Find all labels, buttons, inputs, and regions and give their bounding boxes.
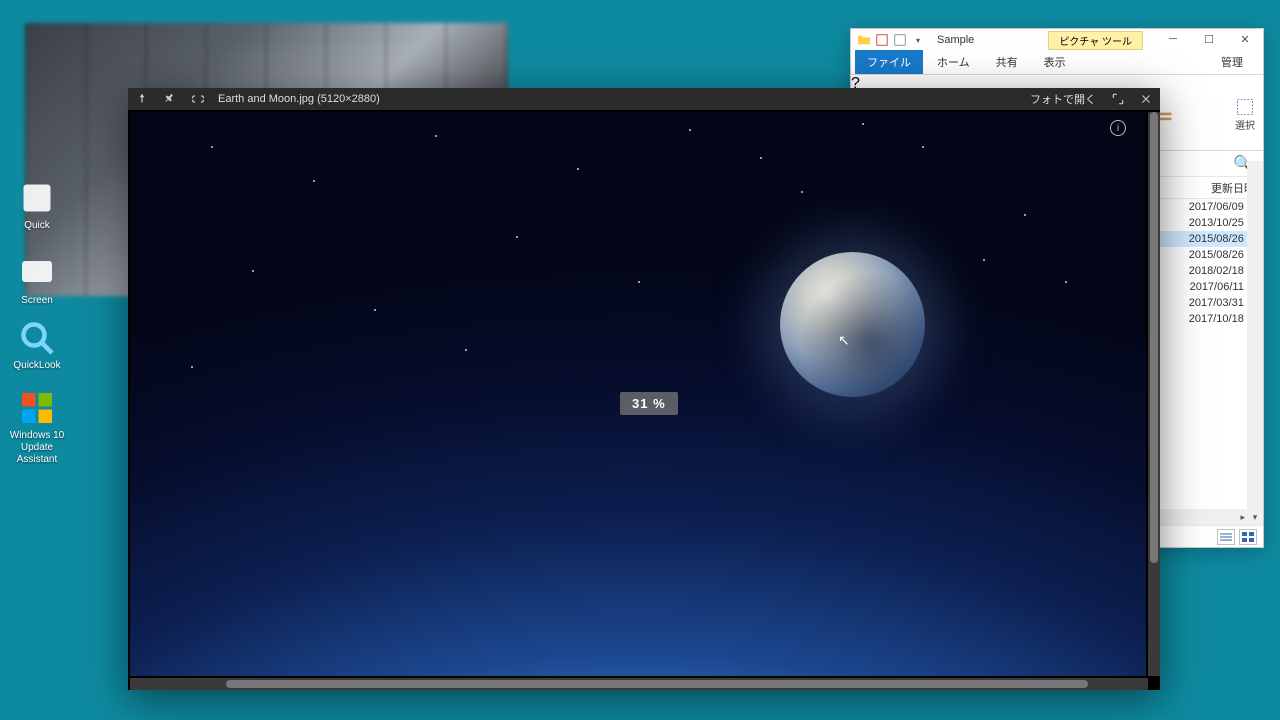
minimize-button[interactable]: ─ — [1155, 29, 1191, 49]
folder-icon — [857, 33, 871, 47]
preview-viewport[interactable]: i 31 % ↖ — [128, 110, 1160, 690]
open-with-button[interactable]: フォトで開く — [1022, 91, 1104, 107]
scroll-thumb[interactable] — [226, 680, 1088, 688]
desktop-icon-quicklook[interactable]: QuickLook — [2, 320, 72, 372]
image-content[interactable]: i 31 % ↖ — [130, 112, 1146, 676]
pin-icon[interactable] — [156, 88, 184, 110]
cursor-icon: ↖ — [838, 332, 850, 349]
scroll-down-icon[interactable]: ▾ — [1247, 509, 1263, 525]
explorer-titlebar[interactable]: ▾ Sample ピクチャ ツール ─ ☐ ✕ — [851, 29, 1263, 51]
zoom-indicator: 31 % — [620, 392, 678, 415]
vertical-scrollbar[interactable]: ▾ — [1247, 161, 1263, 525]
vertical-scrollbar[interactable] — [1148, 112, 1160, 676]
info-icon[interactable]: i — [1110, 120, 1126, 136]
quicklook-toolbar[interactable]: Earth and Moon.jpg (5120×2880) フォトで開く — [128, 88, 1160, 110]
qat-item[interactable] — [875, 33, 889, 47]
qat-dropdown[interactable]: ▾ — [911, 33, 925, 47]
tab-file[interactable]: ファイル — [855, 50, 923, 74]
view-details-button[interactable] — [1217, 529, 1235, 545]
close-button[interactable]: ✕ — [1227, 29, 1263, 49]
desktop-icon-update-assistant[interactable]: Windows 10 Update Assistant — [2, 390, 72, 466]
desktop-icon-label: Screen — [2, 295, 72, 307]
qat-item[interactable] — [893, 33, 907, 47]
desktop-icon-label: Windows 10 Update Assistant — [2, 430, 72, 466]
fit-icon[interactable] — [184, 88, 212, 110]
maximize-button[interactable]: ☐ — [1191, 29, 1227, 49]
context-tab-picture-tools: ピクチャ ツール — [1048, 31, 1143, 50]
view-thumbnails-button[interactable] — [1239, 529, 1257, 545]
scroll-thumb[interactable] — [1150, 112, 1158, 563]
horizontal-scrollbar[interactable] — [130, 678, 1148, 690]
moon — [780, 252, 925, 397]
file-name: Earth and Moon.jpg (5120×2880) — [212, 93, 380, 105]
tab-view[interactable]: 表示 — [1032, 50, 1078, 74]
scroll-right-icon[interactable]: ▸ — [1240, 512, 1245, 523]
tab-share[interactable]: 共有 — [984, 50, 1030, 74]
desktop-icon-label: QuickLook — [2, 360, 72, 372]
close-button[interactable] — [1132, 88, 1160, 110]
quicklook-window: Earth and Moon.jpg (5120×2880) フォトで開く — [128, 88, 1160, 690]
window-title: Sample — [931, 34, 974, 46]
ribbon-select-group[interactable]: 選択 — [1235, 97, 1255, 132]
ribbon-tabs: ファイル ホーム 共有 表示 管理 — [851, 51, 1263, 75]
tab-home[interactable]: ホーム — [925, 50, 982, 74]
desktop-icon-screen[interactable]: Screen — [2, 255, 72, 307]
tab-manage[interactable]: 管理 — [1209, 50, 1255, 74]
desktop-icon-quick[interactable]: Quick — [2, 180, 72, 232]
desktop-icon-label: Quick — [2, 220, 72, 232]
pin-top-icon[interactable] — [128, 88, 156, 110]
fullscreen-icon[interactable] — [1104, 88, 1132, 110]
